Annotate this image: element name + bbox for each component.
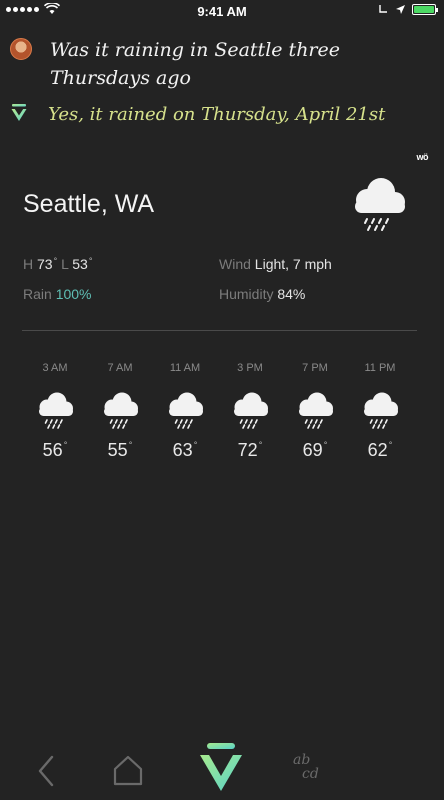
rain-cloud-icon xyxy=(89,390,151,430)
rain-cloud-icon xyxy=(219,390,281,430)
high-label: H xyxy=(23,256,34,272)
hour-temp: 69 xyxy=(302,440,323,460)
divider xyxy=(22,330,417,331)
provider-badge: wö xyxy=(416,152,429,162)
humidity: Humidity 84% xyxy=(219,286,305,302)
status-bar: 9:41 AM xyxy=(0,0,444,22)
hour-time: 11 PM xyxy=(364,362,396,374)
hour-time: 7 AM xyxy=(107,362,133,374)
hour-time: 3 PM xyxy=(237,362,263,374)
low-label: L xyxy=(61,256,69,272)
wind-label: Wind xyxy=(219,256,251,272)
hour-temp: 56 xyxy=(42,440,63,460)
wind: Wind Light, 7 mph xyxy=(219,256,332,272)
hourly-item: 11 PM 62° xyxy=(349,362,411,461)
humidity-label: Humidity xyxy=(219,286,274,302)
rain-cloud-icon xyxy=(24,390,86,430)
rain-chance: Rain 100% xyxy=(23,286,92,302)
bottom-nav: ab cd xyxy=(0,735,444,800)
humidity-value: 84% xyxy=(277,286,306,302)
home-icon[interactable] xyxy=(112,754,144,786)
hourly-item: 3 PM 72° xyxy=(219,362,281,461)
answer-text: Yes, it rained on Thursday, April 21st xyxy=(48,104,386,125)
keyboard-label-bottom: cd xyxy=(302,766,319,782)
location-arrow-icon xyxy=(396,4,405,14)
rain-cloud-icon xyxy=(154,390,216,430)
city-name: Seattle, WA xyxy=(23,190,155,218)
avatar xyxy=(10,38,32,60)
hourly-item: 7 PM 69° xyxy=(284,362,346,461)
hour-temp: 72 xyxy=(237,440,258,460)
hour-temp: 55 xyxy=(107,440,128,460)
rain-label: Rain xyxy=(23,286,52,302)
hourly-item: 3 AM 56° xyxy=(24,362,86,461)
keyboard-button[interactable]: ab cd xyxy=(293,753,327,789)
temp-high-low: H 73° L 53° xyxy=(23,256,93,272)
query-text: Was it raining in Seattle three Thursday… xyxy=(50,39,341,89)
status-right xyxy=(377,3,438,15)
keyboard-label-top: ab xyxy=(293,752,311,768)
hourly-item: 11 AM 63° xyxy=(154,362,216,461)
wind-value: Light, 7 mph xyxy=(254,256,332,272)
rain-value: 100% xyxy=(55,286,92,302)
assistant-answer: Yes, it rained on Thursday, April 21st xyxy=(10,102,430,132)
rain-cloud-icon xyxy=(355,178,405,231)
chevron-left-icon[interactable] xyxy=(36,755,56,787)
battery-icon xyxy=(412,3,438,15)
hour-time: 7 PM xyxy=(302,362,328,374)
high-value: 73 xyxy=(37,256,53,272)
assistant-logo-icon xyxy=(11,104,27,121)
hour-temp: 62 xyxy=(367,440,388,460)
hourly-item: 7 AM 55° xyxy=(89,362,151,461)
rain-cloud-icon xyxy=(284,390,346,430)
moon-icon xyxy=(379,5,387,13)
assistant-logo-icon[interactable] xyxy=(198,743,244,793)
hour-temp: 63 xyxy=(172,440,193,460)
rain-cloud-icon xyxy=(349,390,411,430)
hour-time: 3 AM xyxy=(42,362,68,374)
hour-time: 11 AM xyxy=(169,362,201,374)
low-value: 53 xyxy=(72,256,88,272)
